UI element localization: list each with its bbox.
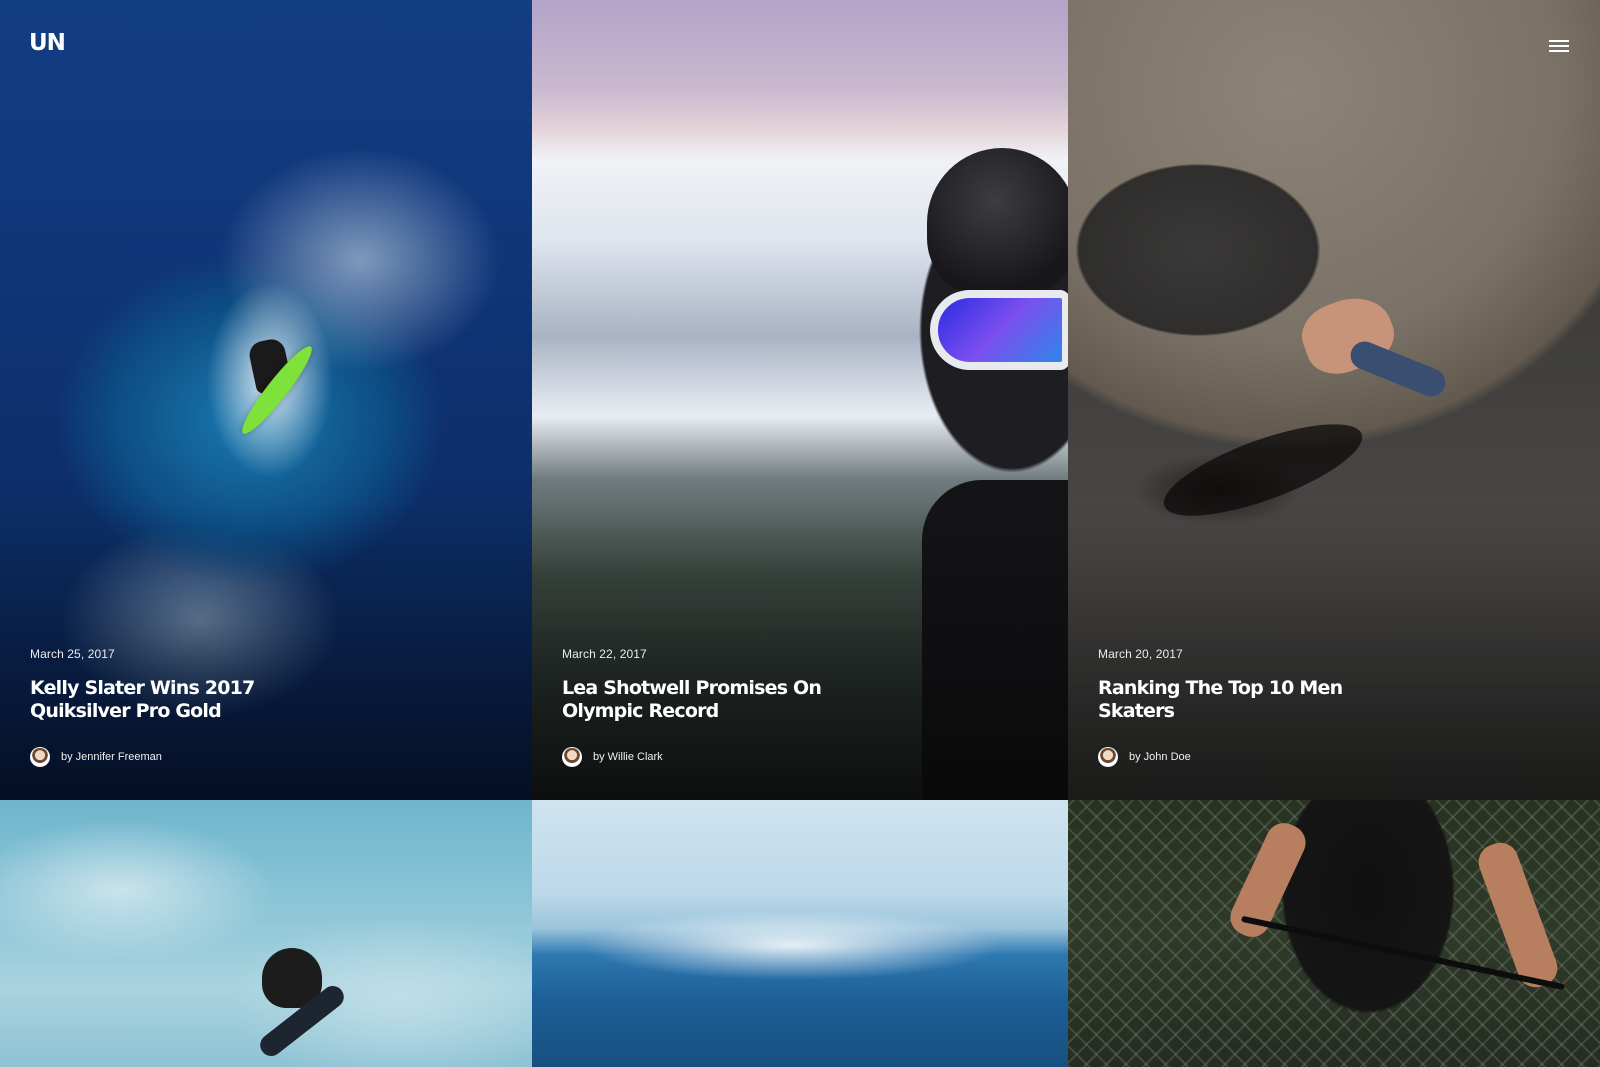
author-name: by Willie Clark	[593, 751, 663, 763]
skier-helmet	[927, 148, 1068, 298]
author-name: by Jennifer Freeman	[61, 751, 162, 763]
article-title[interactable]: Ranking The Top 10 Men Skaters	[1098, 677, 1418, 723]
article-date: March 20, 2017	[1098, 647, 1183, 661]
article-caption: March 20, 2017 Ranking The Top 10 Men Sk…	[1098, 647, 1418, 767]
article-caption: March 25, 2017 Kelly Slater Wins 2017 Qu…	[30, 647, 350, 767]
skier-goggles	[930, 290, 1068, 370]
page: March 25, 2017 Kelly Slater Wins 2017 Qu…	[0, 0, 1600, 1067]
menu-line	[1549, 40, 1569, 42]
article-card-4[interactable]	[0, 800, 532, 1067]
article-title[interactable]: Kelly Slater Wins 2017 Quiksilver Pro Go…	[30, 677, 350, 723]
article-author[interactable]: by Jennifer Freeman	[30, 747, 350, 767]
article-card-3[interactable]: March 20, 2017 Ranking The Top 10 Men Sk…	[1068, 0, 1600, 800]
avatar	[1098, 747, 1118, 767]
article-grid: March 25, 2017 Kelly Slater Wins 2017 Qu…	[0, 0, 1600, 1067]
menu-line	[1549, 45, 1569, 47]
article-author[interactable]: by Willie Clark	[562, 747, 882, 767]
avatar	[562, 747, 582, 767]
article-date: March 25, 2017	[30, 647, 115, 661]
article-author[interactable]: by John Doe	[1098, 747, 1418, 767]
article-title[interactable]: Lea Shotwell Promises On Olympic Record	[562, 677, 882, 723]
author-name: by John Doe	[1129, 751, 1191, 763]
article-date: March 22, 2017	[562, 647, 647, 661]
article-card-5[interactable]	[532, 800, 1068, 1067]
avatar	[30, 747, 50, 767]
article-card-2[interactable]: March 22, 2017 Lea Shotwell Promises On …	[532, 0, 1068, 800]
hamburger-menu-icon[interactable]	[1549, 38, 1571, 54]
article-card-1[interactable]: March 25, 2017 Kelly Slater Wins 2017 Qu…	[0, 0, 532, 800]
menu-line	[1549, 50, 1569, 52]
article-caption: March 22, 2017 Lea Shotwell Promises On …	[562, 647, 882, 767]
skater-legs	[1346, 337, 1450, 401]
article-card-6[interactable]	[1068, 800, 1600, 1067]
site-logo[interactable]: UN	[29, 30, 66, 56]
